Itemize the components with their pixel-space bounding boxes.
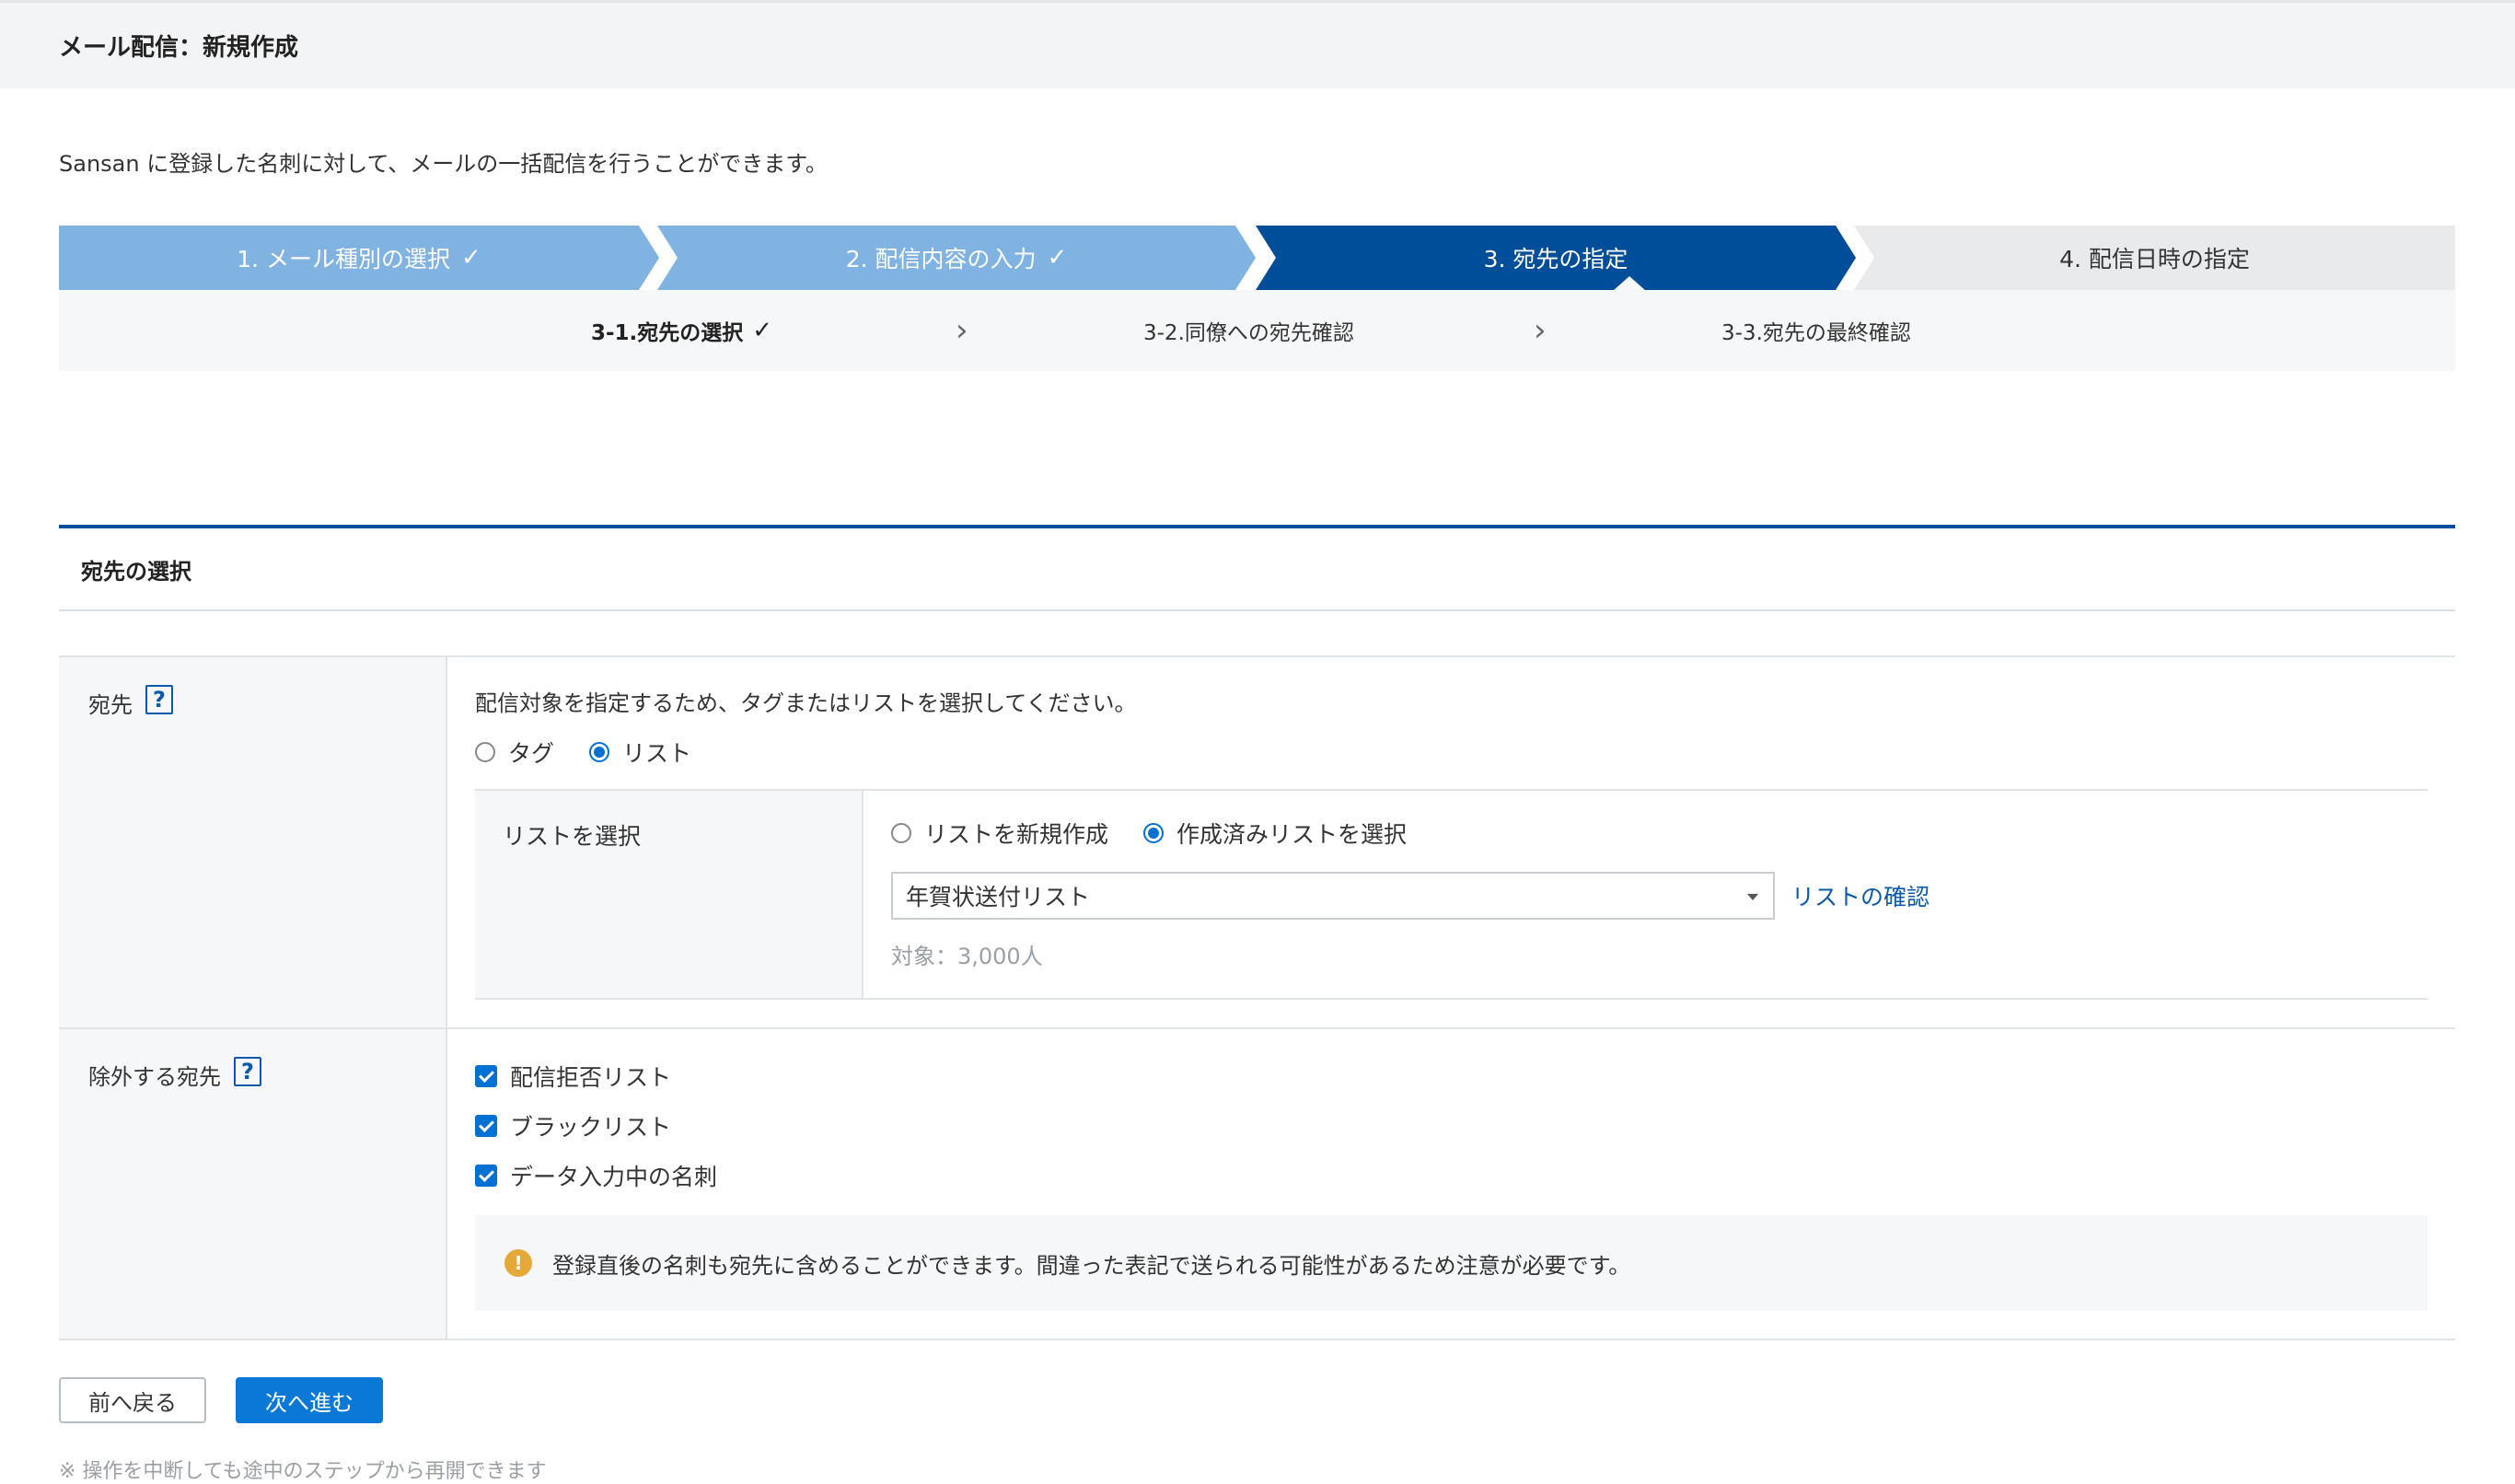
substep-2: 3-2.同僚への宛先確認	[1143, 290, 1354, 371]
exclude-label: 除外する宛先	[88, 1064, 221, 1090]
list-select-panel: リストを選択 リストを新規作成 作成済みリストを選択 年賀状送付リスト リストの…	[475, 789, 2428, 1000]
checkbox-data-entry-cards[interactable]: データ入力中の名刺	[475, 1151, 2428, 1200]
next-button[interactable]: 次へ進む	[236, 1377, 383, 1423]
recipient-row: 宛先 ? 配信対象を指定するため、タグまたはリストを選択してください。 タグ リ…	[59, 657, 2455, 1029]
substep-3-label: 3-3.宛先の最終確認	[1721, 321, 1911, 345]
step-1: 1. メール種別の選択 ✓	[59, 226, 659, 290]
radio-tag-label: タグ	[508, 740, 555, 767]
substeps: 3-1.宛先の選択 ✓ › 3-2.同僚への宛先確認 › 3-3.宛先の最終確認	[59, 290, 2455, 371]
step-2-label: 2. 配信内容の入力	[845, 246, 1037, 272]
checkbox-label: データ入力中の名刺	[510, 1164, 718, 1190]
step-3-label: 3. 宛先の指定	[1483, 246, 1628, 272]
list-confirm-link[interactable]: リストの確認	[1791, 879, 1930, 912]
check-icon: ✓	[1047, 244, 1068, 272]
exclude-label-cell: 除外する宛先 ?	[59, 1029, 447, 1339]
radio-existing-list-label: 作成済みリストを選択	[1176, 821, 1408, 848]
active-step-pointer	[1613, 276, 1646, 291]
recipient-form: 宛先 ? 配信対象を指定するため、タグまたはリストを選択してください。 タグ リ…	[59, 655, 2455, 1340]
step-4: 4. 配信日時の指定	[1854, 226, 2455, 290]
checkbox-checked[interactable]	[475, 1065, 497, 1087]
page-header: メール配信：新規作成	[0, 0, 2515, 88]
radio-existing-list[interactable]: 作成済みリストを選択	[1143, 817, 1407, 850]
substep-3: 3-3.宛先の最終確認	[1721, 290, 1911, 371]
radio-circle[interactable]	[475, 742, 495, 762]
checkbox-checked[interactable]	[475, 1115, 497, 1137]
checkbox-label: 配信拒否リスト	[510, 1064, 672, 1091]
radio-new-list-label: リストを新規作成	[924, 821, 1109, 848]
target-count: 対象：3,000人	[891, 944, 1043, 969]
list-dropdown[interactable]: 年賀状送付リスト	[891, 872, 1775, 920]
radio-circle[interactable]	[891, 823, 911, 843]
chevron-right-icon: ›	[1534, 312, 1547, 349]
substep-2-label: 3-2.同僚への宛先確認	[1143, 321, 1354, 345]
list-select-value: リストを新規作成 作成済みリストを選択 年賀状送付リスト リストの確認 対象：3…	[863, 791, 2428, 998]
list-mode-radio-group: リストを新規作成 作成済みリストを選択	[891, 817, 2400, 850]
recipient-value-cell: 配信対象を指定するため、タグまたはリストを選択してください。 タグ リスト リス…	[447, 657, 2455, 1027]
check-icon: ✓	[461, 244, 481, 272]
check-icon: ✓	[752, 317, 773, 344]
radio-list[interactable]: リスト	[589, 736, 691, 769]
back-button[interactable]: 前へ戻る	[59, 1377, 206, 1423]
warning-icon: !	[504, 1249, 532, 1277]
checkbox-checked[interactable]	[475, 1165, 497, 1187]
recipient-label-cell: 宛先 ?	[59, 657, 447, 1027]
list-dropdown-value: 年賀状送付リスト	[906, 884, 1091, 910]
section-header: 宛先の選択	[59, 525, 2455, 611]
caret-down-icon	[1747, 894, 1758, 900]
exclude-checkbox-list: 配信拒否リスト ブラックリスト データ入力中の名刺	[475, 1051, 2428, 1200]
step-2: 2. 配信内容の入力 ✓	[657, 226, 1256, 290]
notice-text: 登録直後の名刺も宛先に含めることができます。間違った表記で送られる可能性があるた…	[552, 1252, 1631, 1279]
notice-box: ! 登録直後の名刺も宛先に含めることができます。間違った表記で送られる可能性があ…	[475, 1215, 2428, 1311]
radio-list-label: リスト	[622, 740, 692, 767]
exclude-row: 除外する宛先 ? 配信拒否リスト ブラックリスト データ入力中の名刺 ! 登録直…	[59, 1029, 2455, 1340]
radio-circle-checked[interactable]	[1143, 823, 1165, 843]
chevron-right-icon: ›	[956, 312, 968, 349]
checkbox-label: ブラックリスト	[510, 1114, 672, 1141]
radio-new-list[interactable]: リストを新規作成	[891, 817, 1108, 850]
radio-circle-checked[interactable]	[589, 742, 610, 762]
checkbox-blacklist[interactable]: ブラックリスト	[475, 1101, 2428, 1151]
list-dropdown-row: 年賀状送付リスト リストの確認	[891, 872, 2400, 920]
footnote: ※ 操作を中断しても途中のステップから再開できます	[59, 1460, 547, 1483]
recipient-label: 宛先	[88, 692, 133, 718]
intro-text: Sansan に登録した名刺に対して、メールの一括配信を行うことができます。	[59, 151, 828, 177]
step-4-label: 4. 配信日時の指定	[2059, 246, 2250, 272]
list-select-label: リストを選択	[475, 791, 863, 998]
radio-tag[interactable]: タグ	[475, 736, 554, 769]
progress-stepper: 1. メール種別の選択 ✓ 2. 配信内容の入力 ✓ 3. 宛先の指定 4. 配…	[59, 226, 2455, 291]
help-icon[interactable]: ?	[145, 685, 173, 714]
step-3-active: 3. 宛先の指定	[1256, 226, 1856, 290]
substep-1-active: 3-1.宛先の選択 ✓	[591, 290, 772, 371]
recipient-type-radio-group: タグ リスト	[475, 736, 2428, 769]
substep-1-label: 3-1.宛先の選択	[591, 321, 744, 345]
section-title: 宛先の選択	[81, 558, 191, 585]
page-title: メール配信：新規作成	[59, 34, 299, 62]
checkbox-optout-list[interactable]: 配信拒否リスト	[475, 1051, 2428, 1101]
recipient-description: 配信対象を指定するため、タグまたはリストを選択してください。	[475, 690, 1137, 716]
exclude-value-cell: 配信拒否リスト ブラックリスト データ入力中の名刺 ! 登録直後の名刺も宛先に含…	[447, 1029, 2455, 1339]
help-icon[interactable]: ?	[234, 1057, 261, 1086]
step-1-label: 1. メール種別の選択	[237, 246, 450, 272]
action-buttons: 前へ戻る 次へ進む	[59, 1377, 383, 1423]
